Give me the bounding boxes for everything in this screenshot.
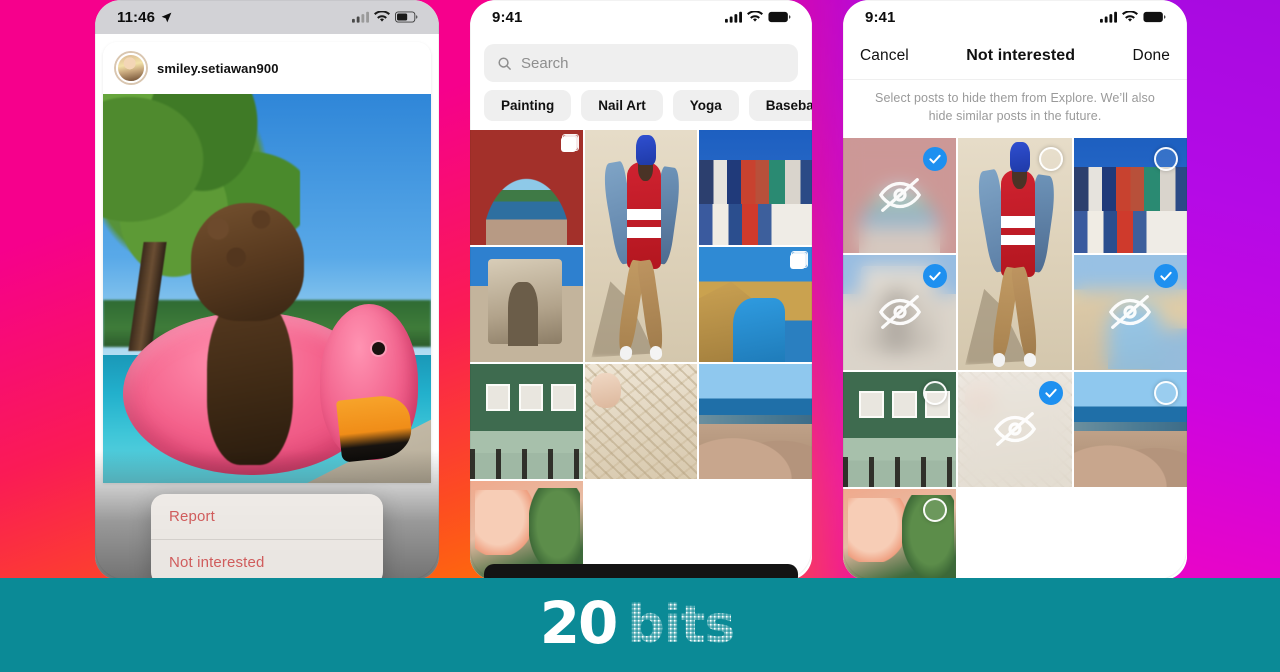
grid-tile-dancer[interactable] [584,130,698,362]
checkmark-icon [1044,388,1057,397]
wifi-icon [1122,11,1138,22]
multi-post-icon [560,134,579,152]
grid-tile-couple-outdoors[interactable] [1073,254,1187,370]
grid-tile-stone-monument[interactable] [470,247,583,362]
dancer-shirt-stripe-2 [1001,234,1036,246]
selection-checkbox-unchecked[interactable] [1038,146,1063,171]
status-bar: 9:41 [470,0,812,34]
location-arrow-icon [161,12,172,22]
feed-post-card: smiley.setiawan900 [103,42,431,483]
dancer-right-leg [636,259,666,354]
dancer-beanie [636,134,656,165]
selection-checkbox-unchecked[interactable] [923,380,948,405]
phone-mockup-not-interested: 9:41 Cancel Not interested Done Select p… [843,0,1187,580]
dancer-shirt-stripe-1 [627,208,662,221]
logo-text-20: 20 [539,589,619,657]
grid-tile-group-of-friends[interactable] [699,130,812,245]
dog-in-float [188,202,319,465]
eye-slash-icon [878,178,921,212]
status-time: 9:41 [865,8,896,26]
status-bar: 11:46 [95,0,439,34]
selection-checkbox-checked[interactable] [923,146,948,171]
post-header[interactable]: smiley.setiawan900 [103,42,431,94]
battery-icon [768,11,791,23]
battery-icon [395,11,418,23]
search-icon [498,56,511,70]
grid-tile-sand-texture[interactable] [958,371,1072,487]
eye-slash-icon [993,412,1037,446]
status-time: 11:46 [117,8,156,26]
phone-mockup-feed: 11:46 smiley.setiawan900 Report Not inte… [95,0,439,580]
search-input[interactable]: Search [484,44,798,82]
wifi-icon [374,11,390,22]
selection-checkbox-unchecked[interactable] [1154,380,1178,405]
dancer-left-shoe [618,345,633,361]
eye-slash-icon [878,295,921,329]
flamingo-eye [372,341,386,355]
post-media-dog-flamingo[interactable] [103,94,431,483]
selection-checkbox-unchecked[interactable] [1154,146,1178,171]
multi-post-icon [789,251,808,269]
dog-head [190,202,304,322]
category-chips-row[interactable]: Painting Nail Art Yoga Baseball [470,90,812,130]
dancer-right-leg [1010,266,1040,361]
grid-tile-arch-sea-view[interactable] [843,137,957,253]
grid-tile-green-dining-room[interactable] [843,371,957,487]
cancel-button[interactable]: Cancel [860,47,909,65]
menu-item-report[interactable]: Report [151,494,383,539]
grid-tile-arch-sea-view[interactable] [470,130,583,245]
done-button[interactable]: Done [1133,47,1170,65]
chip-nail-art[interactable]: Nail Art [581,90,663,121]
page-title: Not interested [966,47,1076,64]
cellular-signal-icon [352,11,369,23]
grid-tile-group-of-friends[interactable] [1073,137,1187,253]
grid-tile-flowers-closeup[interactable] [843,488,957,580]
status-bar: 9:41 [843,0,1187,34]
search-placeholder: Search [521,54,569,72]
selection-checkbox-checked[interactable] [1154,263,1178,288]
phone-mockup-explore: 9:41 Search Painting Nail Art Yoga Baseb… [470,0,812,580]
selection-checkbox-unchecked[interactable] [923,497,948,522]
eye-slash-icon [1109,295,1152,329]
grid-tile-coastal-cliff-view[interactable] [1073,371,1187,487]
grid-tile-coastal-cliff-view[interactable] [699,364,812,479]
post-username[interactable]: smiley.setiawan900 [157,61,279,76]
logo-text-bits: bits [622,596,741,654]
chip-yoga[interactable]: Yoga [672,90,739,121]
dancer-shirt-stripe-2 [627,227,662,238]
dancer-beanie [1010,142,1030,173]
checkmark-icon [929,271,941,280]
chip-painting[interactable]: Painting [484,90,572,121]
status-time: 9:41 [492,8,523,26]
chip-baseball[interactable]: Baseball [748,90,812,121]
modal-header: Cancel Not interested Done [843,34,1187,80]
menu-item-not-interested[interactable]: Not interested [151,540,383,580]
selection-checkbox-checked[interactable] [923,263,948,288]
grid-tile-stone-monument[interactable] [843,254,957,370]
instruction-text: Select posts to hide them from Explore. … [843,80,1187,138]
explore-grid [470,130,812,580]
cellular-signal-icon [725,11,742,23]
dancer-shirt-stripe-1 [1001,216,1036,228]
post-context-menu: Report Not interested [151,494,383,580]
footer-brand-band: 20 bits [0,578,1280,672]
selection-checkbox-checked[interactable] [1038,380,1063,405]
grid-tile-sand-texture[interactable] [584,364,698,479]
brand-logo: 20 bits [539,589,741,657]
search-section: Search [470,34,812,90]
battery-icon [1143,11,1166,23]
user-avatar[interactable] [116,53,146,83]
grid-tile-green-dining-room[interactable] [470,364,583,479]
checkmark-icon [1160,271,1172,280]
wall-frames [485,380,576,415]
cellular-signal-icon [1100,11,1117,23]
grid-tile-couple-outdoors[interactable] [699,247,812,362]
checkmark-icon [929,154,941,163]
wifi-icon [747,11,763,22]
grid-tile-dancer[interactable] [958,137,1072,370]
selection-grid [843,137,1187,580]
